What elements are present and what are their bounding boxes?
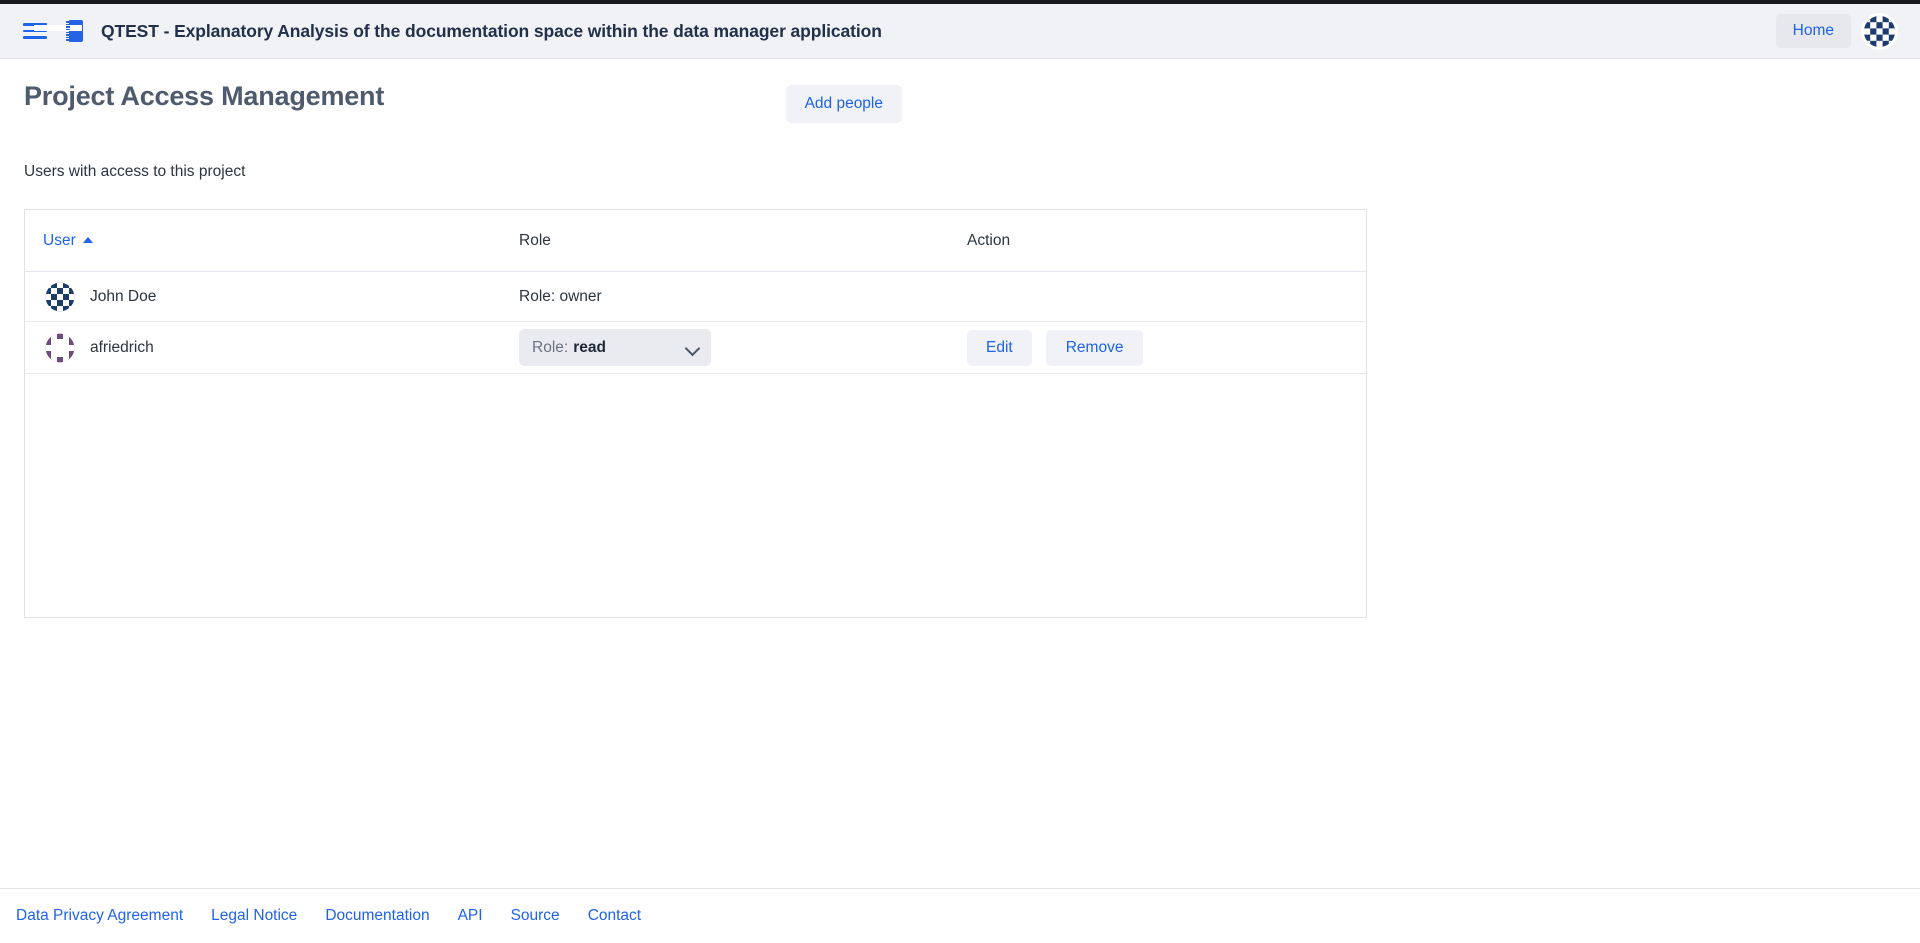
column-header-role: Role — [519, 210, 967, 272]
caret-up-icon — [83, 237, 93, 243]
identicon-navy — [43, 280, 77, 314]
cell-user: John Doe — [25, 272, 519, 322]
column-header-user: User — [25, 210, 519, 272]
page-title: Project Access Management — [24, 81, 384, 112]
top-navbar: QTEST - Explanatory Analysis of the docu… — [0, 4, 1920, 59]
table-row: John Doe Role: owner — [25, 272, 1366, 322]
home-button[interactable]: Home — [1776, 14, 1851, 48]
navbar-right-group: Home — [1776, 13, 1898, 50]
hamburger-menu-icon[interactable] — [22, 20, 48, 42]
cell-role: Role: owner — [519, 272, 967, 322]
app-title: QTEST - Explanatory Analysis of the docu… — [101, 21, 882, 42]
notebook-cover — [69, 20, 83, 42]
user-cell: John Doe — [25, 280, 519, 314]
notebook-rings — [66, 21, 70, 41]
page-content: Project Access Management Add people Use… — [0, 59, 1920, 943]
role-select-value: read — [573, 339, 606, 357]
user-identicon-avatar[interactable] — [1861, 13, 1898, 50]
table-body: John Doe Role: owner — [25, 272, 1366, 374]
page-subtitle: Users with access to this project — [24, 163, 1896, 181]
page-footer: Data Privacy Agreement Legal Notice Docu… — [0, 888, 1920, 943]
footer-link-documentation[interactable]: Documentation — [325, 907, 429, 925]
hamburger-bar — [23, 36, 47, 39]
page-header-row: Project Access Management Add people — [24, 59, 1896, 123]
cell-user: afriedrich — [25, 322, 519, 374]
cell-action: Edit Remove — [967, 322, 1366, 374]
footer-link-data-privacy-agreement[interactable]: Data Privacy Agreement — [16, 907, 183, 925]
access-table-card: User Role Action — [24, 209, 1367, 618]
table-header-row: User Role Action — [25, 210, 1366, 272]
notebook-page — [34, 25, 82, 31]
user-name: afriedrich — [90, 339, 154, 357]
user-cell: afriedrich — [25, 331, 519, 365]
identicon-purple — [43, 331, 77, 365]
notebook-icon[interactable] — [66, 20, 83, 42]
role-static-text: Role: owner — [519, 288, 602, 305]
footer-link-legal-notice[interactable]: Legal Notice — [211, 907, 297, 925]
column-header-action: Action — [967, 210, 1366, 272]
table-row: afriedrich Role: read Edit Remove — [25, 322, 1366, 374]
role-select-label: Role: — [532, 339, 568, 357]
table-header: User Role Action — [25, 210, 1366, 272]
column-header-user-label: User — [43, 232, 76, 250]
cell-role: Role: read — [519, 322, 967, 374]
add-people-button[interactable]: Add people — [786, 85, 902, 123]
footer-link-source[interactable]: Source — [511, 907, 560, 925]
user-name: John Doe — [90, 288, 156, 306]
access-table: User Role Action — [25, 210, 1366, 374]
cell-action — [967, 272, 1366, 322]
sort-by-user-link[interactable]: User — [43, 232, 93, 250]
action-buttons-group: Edit Remove — [967, 330, 1366, 366]
role-select-dropdown[interactable]: Role: read — [519, 329, 711, 366]
chevron-down-icon — [687, 342, 699, 354]
remove-button[interactable]: Remove — [1046, 330, 1144, 366]
navbar-left-group: QTEST - Explanatory Analysis of the docu… — [22, 20, 882, 42]
footer-link-contact[interactable]: Contact — [588, 907, 641, 925]
footer-link-api[interactable]: API — [458, 907, 483, 925]
edit-button[interactable]: Edit — [967, 330, 1032, 366]
